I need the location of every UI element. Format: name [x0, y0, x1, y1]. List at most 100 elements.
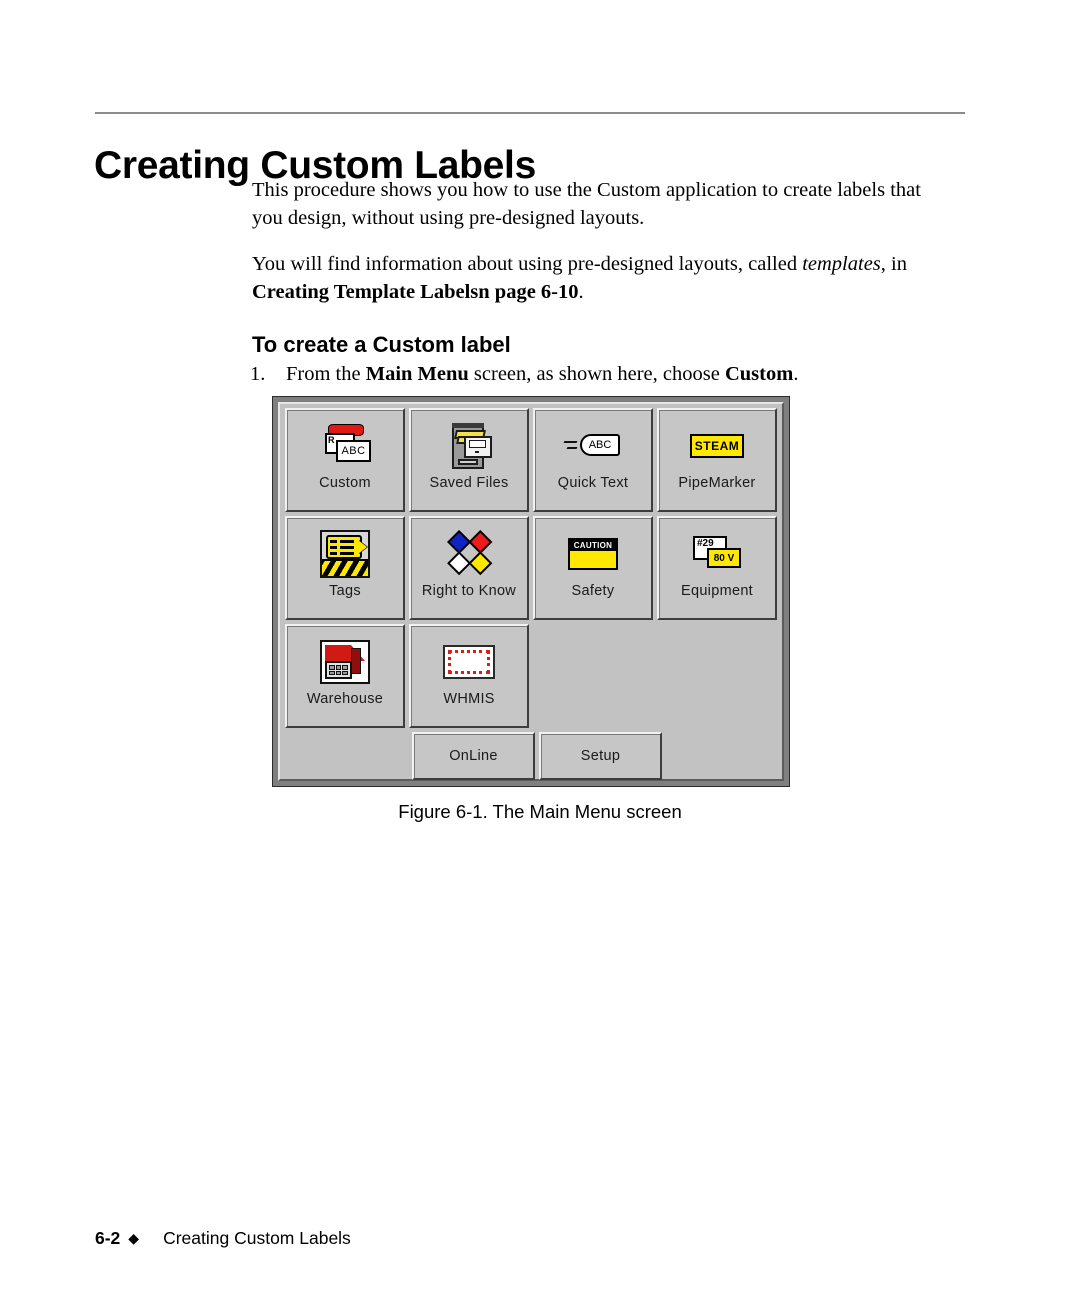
- whmis-placard-icon: [443, 645, 496, 679]
- tag-line-2: [340, 540, 354, 543]
- menu-button-saved-files[interactable]: Saved Files: [409, 408, 529, 512]
- figure-caption: Figure 6-1. The Main Menu screen: [398, 801, 682, 822]
- menu-row-3: Warehouse WHMIS: [285, 624, 777, 728]
- procedure-step-1: 1. From the Main Menu screen, as shown he…: [250, 360, 950, 388]
- templates-italic-word: templates: [802, 253, 881, 275]
- saved-files-icon-wrap: [444, 419, 494, 473]
- tag-line-5: [330, 552, 337, 555]
- speed-line-2: [566, 447, 578, 449]
- warehouse-icon-wrap: [320, 635, 371, 689]
- drawer-handle: [475, 451, 479, 453]
- equipment-label-icon: #29 80 V: [691, 536, 743, 572]
- diamond-icon: ◆: [128, 1230, 140, 1246]
- body-text-column: This procedure shows you how to use the …: [252, 176, 952, 306]
- menu-button-custom[interactable]: R ABC Custom: [285, 408, 405, 512]
- templates-lead-text: You will find information about using pr…: [252, 253, 803, 275]
- section-heading: To create a Custom label: [252, 332, 511, 358]
- quick-text-abc-tag: ABC: [580, 434, 620, 456]
- footer-chapter-title: Creating Custom Labels: [163, 1228, 351, 1248]
- menu-button-safety[interactable]: CAUTION Safety: [533, 516, 653, 620]
- screen-bezel: R ABC Custom Saved Files ABC Quick Text …: [272, 396, 790, 787]
- cabinet-base: [458, 459, 478, 465]
- tag-line-1: [330, 540, 337, 543]
- custom-card-abc: ABC: [336, 440, 371, 462]
- cross-reference-bold: Creating Template Labelsn page 6-10: [252, 281, 579, 303]
- header-rule: [95, 112, 965, 114]
- menu-label-warehouse: Warehouse: [306, 691, 384, 707]
- page-footer: 6-2 ◆ Creating Custom Labels: [95, 1228, 351, 1249]
- right-to-know-icon-wrap: [444, 527, 494, 581]
- menu-row-bottom: OnLine Setup: [412, 732, 777, 780]
- cross-reference-period: .: [578, 281, 584, 303]
- menu-button-pipemarker[interactable]: STEAM PipeMarker: [657, 408, 777, 512]
- step-text-mid: screen, as shown here, choose: [468, 363, 725, 385]
- custom-icon-wrap: R ABC: [318, 419, 372, 473]
- speed-line-1: [563, 441, 578, 443]
- menu-row-2: Tags Right to Know CAUTION Safety #29 80…: [285, 516, 777, 620]
- menu-label-quick-text: Quick Text: [557, 475, 629, 491]
- footer-page-number: 6-2: [95, 1228, 121, 1248]
- templates-tail-text: , in: [880, 253, 907, 275]
- warehouse-window: [329, 665, 335, 670]
- warehouse-window: [335, 665, 342, 670]
- step-bold-custom: Custom: [724, 363, 794, 385]
- hazard-stripes: [322, 559, 368, 576]
- warehouse-front-wall: [325, 661, 353, 679]
- menu-button-quick-text[interactable]: ABC Quick Text: [533, 408, 653, 512]
- pipemarker-icon-wrap: STEAM: [690, 419, 744, 473]
- equipment-card-voltage: 80 V: [707, 548, 741, 568]
- step-bold-main-menu: Main Menu: [365, 363, 469, 385]
- quick-text-icon-wrap: ABC: [563, 419, 622, 473]
- quick-text-icon: ABC: [563, 433, 622, 459]
- nfpa-quadrant-yellow: [468, 551, 493, 576]
- menu-button-setup[interactable]: Setup: [539, 732, 662, 780]
- nfpa-quadrant-white: [447, 551, 472, 576]
- menu-label-setup: Setup: [580, 748, 621, 764]
- file-cabinet-icon: [444, 421, 494, 471]
- hazard-tag-icon: [320, 530, 370, 578]
- tag-line-4: [340, 546, 354, 549]
- menu-empty-slot: [657, 624, 777, 728]
- warehouse-side-wall: [351, 648, 362, 674]
- menu-button-equipment[interactable]: #29 80 V Equipment: [657, 516, 777, 620]
- caution-sign-icon: CAUTION: [568, 538, 618, 570]
- nfpa-diamond-icon: [434, 519, 505, 590]
- menu-label-online: OnLine: [449, 748, 498, 764]
- screen-panel: R ABC Custom Saved Files ABC Quick Text …: [278, 402, 784, 781]
- warehouse-window: [342, 665, 348, 670]
- tag-point: [358, 540, 367, 554]
- pipe-marker-icon: STEAM: [690, 434, 744, 458]
- menu-button-warehouse[interactable]: Warehouse: [285, 624, 406, 728]
- warehouse-window: [335, 670, 342, 675]
- step-number: 1.: [250, 363, 266, 385]
- caution-header-text: CAUTION: [570, 540, 616, 551]
- equipment-icon-wrap: #29 80 V: [691, 527, 743, 581]
- cabinet-top: [452, 423, 484, 428]
- menu-button-whmis[interactable]: WHMIS: [409, 624, 530, 728]
- menu-empty-slot: [533, 624, 653, 728]
- menu-label-whmis: WHMIS: [443, 691, 495, 707]
- whmis-dotted-border: [448, 650, 491, 674]
- step-text-post: .: [793, 363, 799, 385]
- menu-label-tags: Tags: [329, 583, 361, 599]
- menu-label-equipment: Equipment: [680, 583, 754, 599]
- main-menu-screen-figure: R ABC Custom Saved Files ABC Quick Text …: [272, 396, 790, 787]
- tag-line-3: [330, 546, 337, 549]
- whmis-icon-wrap: [443, 635, 496, 689]
- menu-label-saved-files: Saved Files: [429, 475, 509, 491]
- tag-line-6: [340, 552, 354, 555]
- menu-label-pipemarker: PipeMarker: [678, 475, 756, 491]
- menu-button-right-to-know[interactable]: Right to Know: [409, 516, 529, 620]
- drawer-slot: [469, 440, 486, 448]
- menu-label-safety: Safety: [571, 583, 615, 599]
- custom-label-icon: R ABC: [318, 424, 372, 468]
- menu-button-tags[interactable]: Tags: [285, 516, 405, 620]
- intro-paragraph: This procedure shows you how to use the …: [252, 179, 921, 229]
- step-text-pre: From the: [286, 363, 366, 385]
- warehouse-icon: [320, 640, 371, 684]
- warehouse-window: [342, 670, 348, 675]
- templates-paragraph: You will find information about using pr…: [252, 250, 952, 306]
- tags-icon-wrap: [320, 527, 370, 581]
- menu-row-1: R ABC Custom Saved Files ABC Quick Text …: [285, 408, 777, 512]
- menu-button-online[interactable]: OnLine: [412, 732, 535, 780]
